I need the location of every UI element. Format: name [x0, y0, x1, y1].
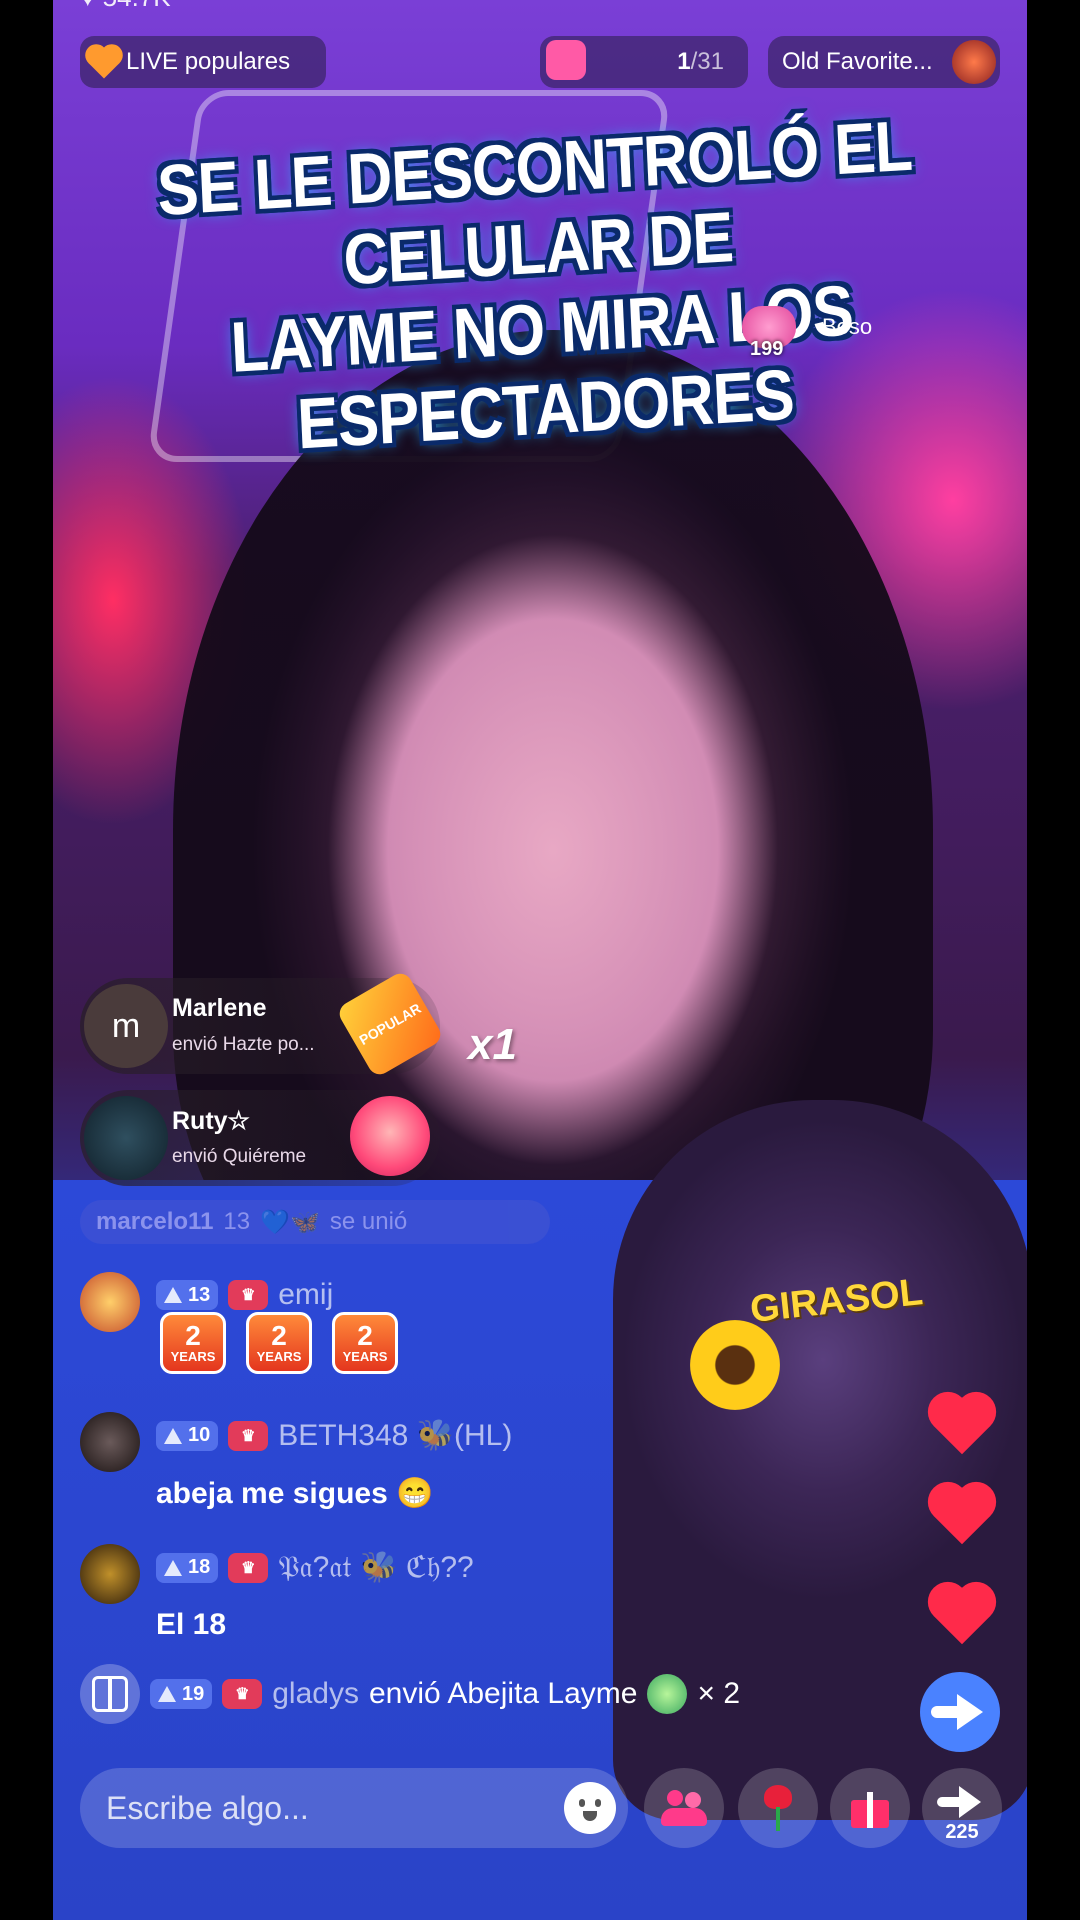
years-label: YEARS	[170, 1349, 216, 1364]
gift-sender[interactable]: gladys	[272, 1677, 359, 1711]
gift-row: m Marlene envió Hazte po... POPULAR	[80, 969, 445, 1079]
rose-icon	[758, 1785, 798, 1831]
avatar[interactable]	[80, 1412, 140, 1472]
gift-icon	[546, 40, 586, 80]
years-badge: 2 YEARS	[332, 1312, 398, 1374]
level-badge: 18	[156, 1552, 219, 1583]
years-label: YEARS	[256, 1349, 302, 1364]
chat-text: abeja me sigues 😁	[156, 1477, 434, 1510]
years-badge: 2 YEARS	[160, 1312, 226, 1374]
years-badge: 2 YEARS	[246, 1312, 312, 1374]
years-number: 2	[271, 1320, 287, 1351]
viewer-count: ♥ 54.7K	[80, 0, 171, 13]
user-joined-notice: marcelo11 13 💙🦋 se unió	[80, 1200, 550, 1244]
level-icon	[164, 1287, 182, 1303]
rank-total: /31	[690, 48, 724, 75]
people-icon	[661, 1790, 707, 1826]
avatar[interactable]	[80, 1544, 140, 1604]
rank-pill[interactable]: 1/31	[540, 36, 748, 88]
heart-icon: 💙🦋	[260, 1208, 320, 1236]
club-badge: ♛	[222, 1679, 263, 1709]
years-number: 2	[185, 1320, 201, 1351]
share-icon	[937, 1786, 981, 1818]
quiereme-gift-icon	[350, 1096, 430, 1176]
bee-gift-icon	[647, 1674, 688, 1714]
live-populares-label: LIVE populares	[126, 48, 291, 75]
level-value: 19	[182, 1682, 205, 1705]
gift-row: Ruty☆ envió Quiéreme	[80, 1090, 440, 1186]
joined-level: 13	[223, 1208, 251, 1235]
old-favorite-label: Old Favorite...	[782, 48, 933, 75]
gift-box-icon	[80, 1664, 140, 1724]
share-count-button[interactable]: 225	[922, 1768, 1002, 1848]
level-badge: 19	[150, 1679, 213, 1709]
gift-combo-counter: x1	[468, 1020, 517, 1069]
level-icon	[164, 1427, 182, 1444]
live-stream-screen: ♥ 54.7K LIVE populares 1/31 Old Favorite…	[0, 0, 1080, 1920]
heart-icon	[88, 47, 120, 79]
floating-gift: 199 Beso	[742, 306, 873, 360]
floating-gift-count: 199	[750, 338, 784, 360]
avatar[interactable]: m	[84, 984, 168, 1068]
dragon-icon	[952, 40, 996, 84]
gift-sender-name: Marlene	[172, 994, 267, 1022]
sunflower-icon	[690, 1320, 780, 1410]
multi-guest-button[interactable]	[644, 1768, 724, 1848]
girasol-sticker: GIRASOL	[690, 1271, 925, 1410]
club-badge: ♛	[228, 1552, 269, 1583]
level-value: 18	[188, 1556, 211, 1578]
club-badge: ♛	[228, 1280, 269, 1310]
chat-text: El 18	[156, 1608, 227, 1641]
club-badge: ♛	[228, 1420, 269, 1451]
gift-multiplier: × 2	[697, 1677, 741, 1710]
rank-current: 1	[677, 48, 691, 75]
live-populares-pill[interactable]: LIVE populares	[80, 36, 326, 88]
share-icon	[931, 1694, 983, 1730]
popular-gift-label: POPULAR	[356, 999, 424, 1049]
gift-icon	[849, 1788, 891, 1828]
gift-text: envió Abejita Layme	[368, 1677, 638, 1710]
level-icon	[164, 1559, 182, 1576]
comment-input[interactable]: Escribe algo...	[80, 1768, 628, 1848]
years-label: YEARS	[342, 1349, 388, 1364]
chat-username[interactable]: emij	[278, 1278, 333, 1312]
gift-description: envió Hazte po...	[172, 1034, 315, 1055]
old-favorite-pill[interactable]: Old Favorite...	[768, 36, 1000, 88]
level-icon	[158, 1686, 176, 1702]
floating-gift-name: Beso	[822, 314, 873, 339]
chat-username[interactable]: BETH348 🐝(HL)	[278, 1418, 512, 1453]
joined-text: se unió	[329, 1208, 408, 1235]
level-value: 13	[188, 1283, 211, 1306]
rose-gift-button[interactable]	[738, 1768, 818, 1848]
gift-notice: 19 ♛ gladys envió Abejita Layme × 2	[80, 1664, 740, 1724]
joined-user: marcelo11	[96, 1208, 214, 1235]
chat-username[interactable]: 𝔓𝔞?𝔞𝔱 🐝 ℭ𝔥??	[278, 1550, 474, 1585]
level-badge: 10	[156, 1420, 219, 1451]
gift-sender-name: Ruty☆	[172, 1107, 250, 1135]
avatar[interactable]	[84, 1096, 168, 1180]
gift-button[interactable]	[830, 1768, 910, 1848]
video-caption: SE LE DESCONTROLÓ EL CELULAR DE LAYME NO…	[93, 103, 986, 478]
comment-placeholder: Escribe algo...	[106, 1789, 309, 1826]
viewer-count-value: 54.7K	[103, 0, 171, 12]
badge-row: 2 YEARS 2 YEARS 2 YEARS	[80, 1312, 398, 1374]
emoji-button[interactable]	[564, 1782, 616, 1834]
share-count: 225	[945, 1821, 979, 1843]
level-badge: 13	[156, 1280, 219, 1310]
level-value: 10	[188, 1424, 211, 1446]
emoji-icon	[575, 1793, 605, 1823]
years-number: 2	[357, 1320, 373, 1351]
avatar-letter: m	[111, 1006, 141, 1045]
gift-description: envió Quiéreme	[172, 1146, 307, 1167]
share-button[interactable]	[920, 1672, 1000, 1752]
